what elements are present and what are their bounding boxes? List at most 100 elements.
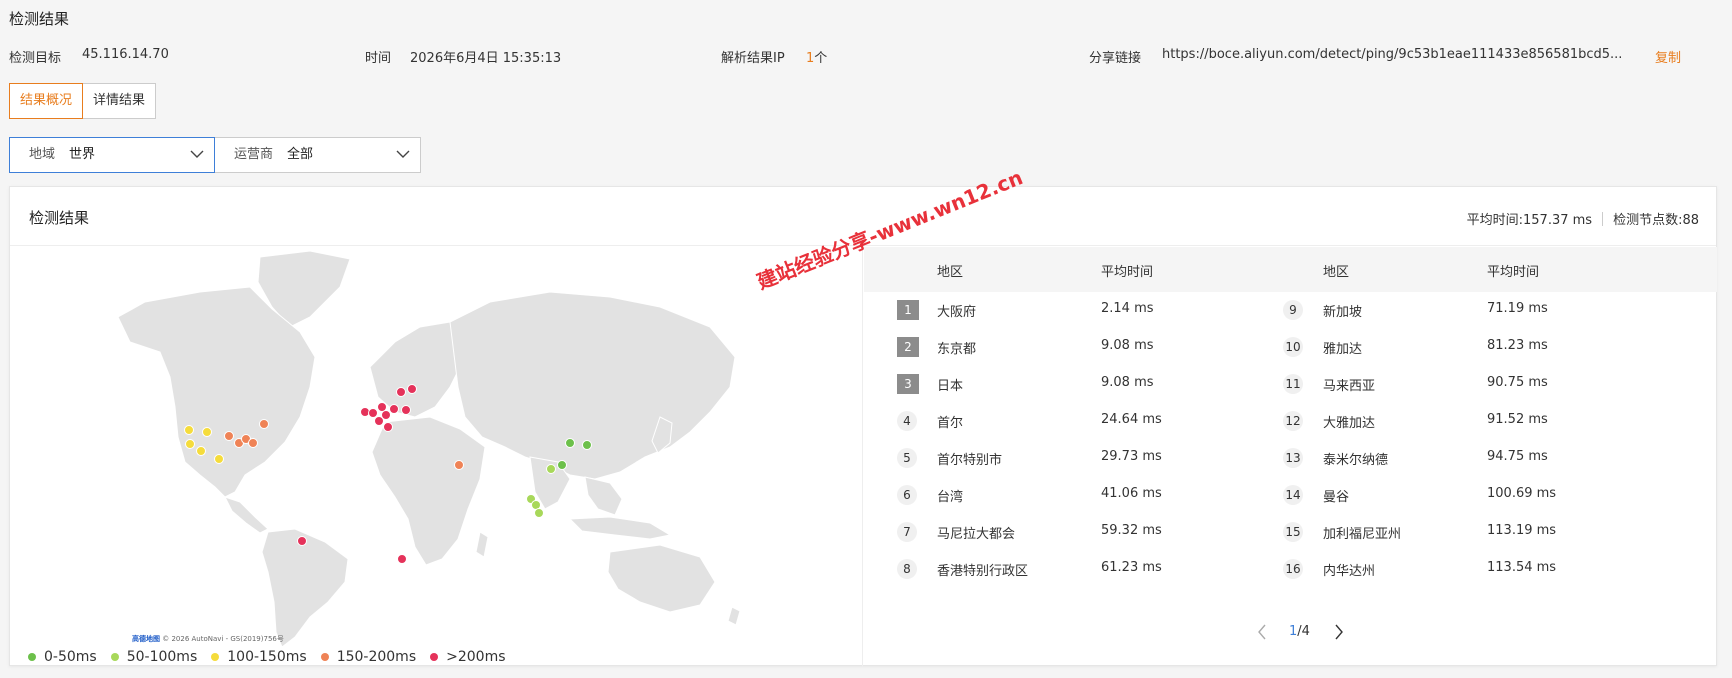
probe-marker xyxy=(196,446,206,456)
legend-label: 150-200ms xyxy=(336,649,417,665)
row-avg: 90.75 ms xyxy=(1487,375,1548,390)
row-region: 东京都 xyxy=(937,342,977,357)
ip-label: 解析结果IP xyxy=(721,51,785,66)
legend-dot xyxy=(320,653,329,661)
africa-shape xyxy=(371,416,486,566)
rank-badge: 13 xyxy=(1283,448,1303,468)
row-avg: 61.23 ms xyxy=(1101,560,1162,575)
probe-marker xyxy=(297,536,307,546)
ip-count[interactable]: 1个 xyxy=(806,47,827,66)
ip-count-unit: 个 xyxy=(814,51,828,66)
rank-badge: 12 xyxy=(1283,411,1303,431)
row-avg: 2.14 ms xyxy=(1101,301,1154,316)
probe-marker xyxy=(534,508,544,518)
target-label: 检测目标 xyxy=(9,51,62,66)
probe-marker xyxy=(259,419,269,429)
probe-marker xyxy=(184,425,194,435)
row-region: 日本 xyxy=(937,379,964,394)
copy-button[interactable]: 复制 xyxy=(1655,47,1681,66)
rank-badge: 9 xyxy=(1283,300,1303,320)
chevron-left-icon[interactable] xyxy=(1257,624,1267,640)
filters: 地域 世界 运营商 全部 xyxy=(9,137,421,173)
row-region: 新加坡 xyxy=(1323,305,1363,320)
south-america-shape xyxy=(261,528,349,648)
share-label: 分享链接 xyxy=(1089,51,1142,66)
total-pages: /4 xyxy=(1297,624,1310,639)
rank-badge: 3 xyxy=(897,374,919,394)
col-header-avg: 平均时间 xyxy=(1487,265,1540,280)
asia-shape xyxy=(449,291,736,480)
region-select-label: 地域 xyxy=(29,147,56,162)
probe-marker xyxy=(407,384,417,394)
time-value: 2026年6月4日 15:35:13 xyxy=(410,51,562,66)
share-url: https://boce.aliyun.com/detect/ping/9c53… xyxy=(1162,47,1623,62)
view-tabs: 结果概况 详情结果 xyxy=(9,83,157,119)
legend-item: 50-100ms xyxy=(110,649,197,665)
chevron-down-icon xyxy=(190,150,204,158)
probe-marker xyxy=(202,427,212,437)
new-zealand-shape xyxy=(727,606,741,626)
row-avg: 9.08 ms xyxy=(1101,338,1154,353)
legend-item: 100-150ms xyxy=(211,649,307,665)
avg-time-stat: 平均时间:157.37 ms xyxy=(1466,213,1593,228)
isp-select-label: 运营商 xyxy=(234,147,274,162)
row-region: 大阪府 xyxy=(937,305,977,320)
pagination: 1/4 xyxy=(864,622,1717,642)
legend-label: 100-150ms xyxy=(227,649,307,665)
row-avg: 94.75 ms xyxy=(1487,449,1548,464)
row-region: 曼谷 xyxy=(1323,490,1350,505)
results-card: 检测结果 平均时间:157.37 ms 检测节点数:88 高德地图 © 2026… xyxy=(9,186,1717,667)
legend-dot xyxy=(430,653,439,661)
table-header: 地区 平均时间 地区 平均时间 xyxy=(864,247,1717,292)
legend-item: >200ms xyxy=(430,649,506,665)
row-region: 雅加达 xyxy=(1323,342,1363,357)
probe-marker xyxy=(374,416,384,426)
stat-divider xyxy=(1602,212,1604,226)
page-title: 检测结果 xyxy=(9,10,70,28)
card-stats: 平均时间:157.37 ms 检测节点数:88 xyxy=(1467,209,1699,228)
probe-marker xyxy=(557,460,567,470)
row-avg: 71.19 ms xyxy=(1487,301,1548,316)
probe-marker xyxy=(248,438,258,448)
card-title: 检测结果 xyxy=(29,209,90,227)
map-credit: 高德地图 © 2026 AutoNavi - GS(2019)756号 xyxy=(132,634,284,644)
legend-label: 0-50ms xyxy=(44,649,97,665)
info-row: 检测目标 45.116.14.70 时间 2026年6月4日 15:35:13 … xyxy=(0,47,1732,67)
region-select[interactable]: 地域 世界 xyxy=(9,137,215,173)
row-region: 马尼拉大都会 xyxy=(937,527,1016,542)
probe-marker xyxy=(396,387,406,397)
probe-marker xyxy=(397,554,407,564)
col-header-region: 地区 xyxy=(1323,265,1350,280)
rank-badge: 6 xyxy=(897,485,917,505)
rank-badge: 11 xyxy=(1283,374,1303,394)
probe-marker xyxy=(368,408,378,418)
tab-overview[interactable]: 结果概况 xyxy=(9,83,84,119)
row-avg: 9.08 ms xyxy=(1101,375,1154,390)
probe-marker xyxy=(185,439,195,449)
row-avg: 24.64 ms xyxy=(1101,412,1162,427)
probe-marker xyxy=(582,440,592,450)
probe-marker xyxy=(224,431,234,441)
probe-marker xyxy=(214,454,224,464)
isp-select-value: 全部 xyxy=(287,147,314,162)
world-map-canvas[interactable] xyxy=(10,247,863,667)
row-region: 首尔 xyxy=(937,416,964,431)
col-header-region: 地区 xyxy=(937,265,964,280)
row-region: 大雅加达 xyxy=(1323,416,1376,431)
world-map[interactable]: 高德地图 © 2026 AutoNavi - GS(2019)756号 0-50… xyxy=(10,247,863,667)
region-select-value: 世界 xyxy=(69,147,96,162)
rank-badge: 5 xyxy=(897,448,917,468)
row-avg: 29.73 ms xyxy=(1101,449,1162,464)
legend-dot xyxy=(28,653,36,661)
col-header-avg: 平均时间 xyxy=(1101,265,1154,280)
tab-details[interactable]: 详情结果 xyxy=(83,83,157,119)
isp-select[interactable]: 运营商 全部 xyxy=(215,137,421,173)
probe-marker xyxy=(565,438,575,448)
map-credit-text: © 2026 AutoNavi - GS(2019)756号 xyxy=(162,635,284,643)
madagascar-shape xyxy=(475,531,489,558)
chevron-right-icon[interactable] xyxy=(1334,624,1344,640)
row-avg: 59.32 ms xyxy=(1101,523,1162,538)
rank-badge: 4 xyxy=(897,411,917,431)
row-region: 首尔特别市 xyxy=(937,453,1003,468)
row-region: 泰米尔纳德 xyxy=(1323,453,1389,468)
